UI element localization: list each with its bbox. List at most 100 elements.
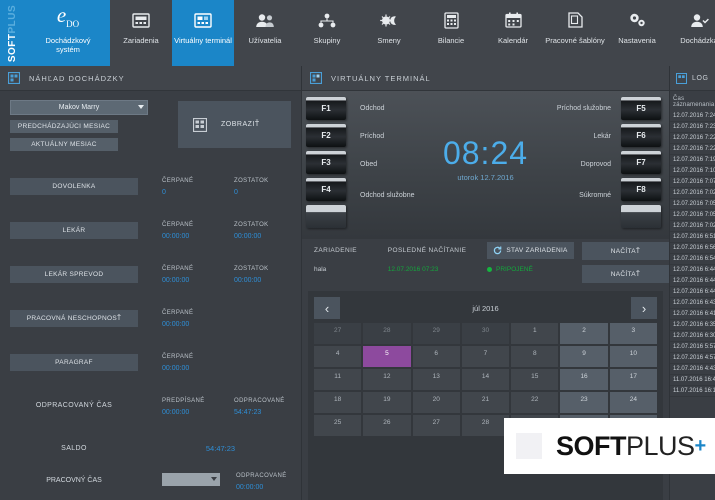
calendar-day-cell[interactable]: 20	[413, 392, 460, 413]
log-entry[interactable]: 12.07.2016 7:24	[670, 111, 715, 122]
calendar-day-cell[interactable]: 13	[413, 369, 460, 390]
calendar-day-cell[interactable]: 5	[363, 346, 410, 367]
user-select[interactable]: Makov Marry	[10, 100, 148, 115]
dovolenka-button[interactable]: DOVOLENKA	[10, 178, 138, 195]
calendar-day-cell[interactable]: 28	[363, 323, 410, 344]
toolbar-item-skupiny[interactable]: Skupiny	[296, 0, 358, 66]
toolbar-item-virtualny-terminal[interactable]: Virtuálny terminál	[172, 0, 234, 66]
calendar-day-cell[interactable]: 15	[511, 369, 558, 390]
calendar-day-cell[interactable]: 27	[413, 415, 460, 436]
calendar-day-cell[interactable]: 24	[610, 392, 657, 413]
calendar-day-cell[interactable]: 4	[314, 346, 361, 367]
calendar-day-cell[interactable]: 29	[413, 323, 460, 344]
fkey-f4[interactable]: F4	[306, 178, 346, 201]
toolbar-item-dochadzka[interactable]: Dochádzka	[668, 0, 715, 66]
toolbar-item-uzivatelia[interactable]: Užívatelia	[234, 0, 296, 66]
device-read-button-2[interactable]: NAČÍTAŤ	[582, 265, 669, 283]
fkey-f3[interactable]: F3	[306, 151, 346, 174]
device-read-button-1[interactable]: NAČÍTAŤ	[582, 242, 669, 260]
calendar-day-cell[interactable]: 23	[560, 392, 607, 413]
log-entry[interactable]: 12.07.2016 6:56	[670, 243, 715, 254]
calendar-day-cell[interactable]: 25	[314, 415, 361, 436]
calendar-day-cell[interactable]: 19	[363, 392, 410, 413]
calendar-day-cell[interactable]: 18	[314, 392, 361, 413]
lekar-button[interactable]: LEKÁR	[10, 222, 138, 239]
toolbar-item-zariadenia[interactable]: Zariadenia	[110, 0, 172, 66]
calendar-day-cell[interactable]: 9	[560, 346, 607, 367]
log-entry[interactable]: 12.07.2016 7:10	[670, 166, 715, 177]
show-button[interactable]: ZOBRAZIŤ	[178, 101, 291, 148]
log-entry[interactable]: 12.07.2016 6:51	[670, 232, 715, 243]
log-entry[interactable]: 12.07.2016 6:35	[670, 320, 715, 331]
log-entry[interactable]: 12.07.2016 7:05	[670, 210, 715, 221]
toolbar-item-pracovne-sablony[interactable]: Pracovné šablóny	[544, 0, 606, 66]
calendar-day-cell[interactable]: 1	[511, 323, 558, 344]
log-entry[interactable]: 12.07.2016 6:30	[670, 331, 715, 342]
calendar-day-cell[interactable]: 17	[610, 369, 657, 390]
log-entry[interactable]: 12.07.2016 7:22	[670, 133, 715, 144]
log-entry[interactable]: 12.07.2016 7:02	[670, 221, 715, 232]
log-entry[interactable]: 12.07.2016 6:41	[670, 309, 715, 320]
toolbar-item-nastavenia[interactable]: Nastavenia	[606, 0, 668, 66]
grid-icon	[193, 118, 207, 132]
log-entry[interactable]: 12.07.2016 5:57	[670, 342, 715, 353]
calendar-day-cell[interactable]: 27	[314, 323, 361, 344]
calendar-day-cell[interactable]: 10	[610, 346, 657, 367]
toolbar-item-kalendar[interactable]: Kalendár	[482, 0, 544, 66]
device-table-row: halа 12.07.2016 07:23 PRIPOJENÉ NAČÍTAŤ …	[302, 266, 669, 283]
calendar-next-button[interactable]: ›	[631, 297, 657, 319]
fkey-f5[interactable]: F5	[621, 97, 661, 120]
fkey-f1[interactable]: F1	[306, 97, 346, 120]
log-entry[interactable]: 12.07.2016 6:54	[670, 254, 715, 265]
device-state-button[interactable]: STAV ZARIADENIA	[487, 242, 574, 259]
fkey-f6[interactable]: F6	[621, 124, 661, 147]
log-entry[interactable]: 12.07.2016 7:19	[670, 155, 715, 166]
terminal-label-prichod-sluzobne: Príchod služobne	[557, 105, 611, 112]
calendar-day-cell[interactable]: 11	[314, 369, 361, 390]
log-entry[interactable]: 11.07.2016 16:42	[670, 375, 715, 386]
calendar-day-cell[interactable]: 8	[511, 346, 558, 367]
log-entry[interactable]: 12.07.2016 7:22	[670, 144, 715, 155]
toolbar-item-smeny[interactable]: Smeny	[358, 0, 420, 66]
calendar-day-cell[interactable]: 16	[560, 369, 607, 390]
log-entry[interactable]: 12.07.2016 4:43	[670, 364, 715, 375]
log-entry[interactable]: 11.07.2016 16:18	[670, 386, 715, 397]
work-time-select[interactable]	[162, 473, 220, 486]
calendar-prev-button[interactable]: ‹	[314, 297, 340, 319]
lekar-sprevod-button[interactable]: LEKÁR SPREVOD	[10, 266, 138, 283]
calendar-day-cell[interactable]: 3	[610, 323, 657, 344]
paragraf-button[interactable]: PARAGRAF	[10, 354, 138, 371]
fkey-blank-right[interactable]	[621, 205, 661, 228]
log-entry[interactable]: 12.07.2016 7:23	[670, 122, 715, 133]
fkey-f7[interactable]: F7	[621, 151, 661, 174]
fkey-f2[interactable]: F2	[306, 124, 346, 147]
log-entry[interactable]: 12.07.2016 4:57	[670, 353, 715, 364]
worked-predpisane: PREDPÍSANÉ 00:00:00	[162, 398, 234, 416]
pn-button[interactable]: PRACOVNÁ NESCHOPNOSŤ	[10, 310, 138, 327]
toolbar-item-bilancie[interactable]: Bilancie	[420, 0, 482, 66]
log-entry[interactable]: 12.07.2016 7:07	[670, 177, 715, 188]
calendar-day-cell[interactable]: 7	[462, 346, 509, 367]
prev-month-button[interactable]: PREDCHÁDZAJÚCI MESIAC	[10, 120, 118, 133]
calendar-day-cell[interactable]: 14	[462, 369, 509, 390]
calendar-day-cell[interactable]: 30	[462, 323, 509, 344]
log-entry[interactable]: 12.07.2016 6:44	[670, 265, 715, 276]
calendar-day-cell[interactable]: 21	[462, 392, 509, 413]
calendar-day-cell[interactable]: 6	[413, 346, 460, 367]
calendar-day-cell[interactable]: 26	[363, 415, 410, 436]
log-entry[interactable]: 12.07.2016 6:43	[670, 298, 715, 309]
calendar-day-cell[interactable]: 12	[363, 369, 410, 390]
log-entry[interactable]: 12.07.2016 6:44	[670, 287, 715, 298]
calendar-day-cell[interactable]: 2	[560, 323, 607, 344]
log-entry[interactable]: 12.07.2016 7:05	[670, 199, 715, 210]
toolbar-item-dochadzkovy-system[interactable]: eDO Dochádzkový systém	[26, 0, 110, 66]
log-entry[interactable]: 12.07.2016 6:44	[670, 276, 715, 287]
log-entry[interactable]: 12.07.2016 7:02	[670, 188, 715, 199]
calendar-day-cell[interactable]: 28	[462, 415, 509, 436]
current-month-button[interactable]: AKTUÁLNY MESIAC	[10, 138, 118, 151]
watermark-mark: +	[695, 435, 706, 457]
fkey-f8[interactable]: F8	[621, 178, 661, 201]
log-list[interactable]: 12.07.2016 7:2412.07.2016 7:2312.07.2016…	[670, 111, 715, 397]
calendar-day-cell[interactable]: 22	[511, 392, 558, 413]
fkey-blank-left[interactable]	[306, 205, 346, 228]
